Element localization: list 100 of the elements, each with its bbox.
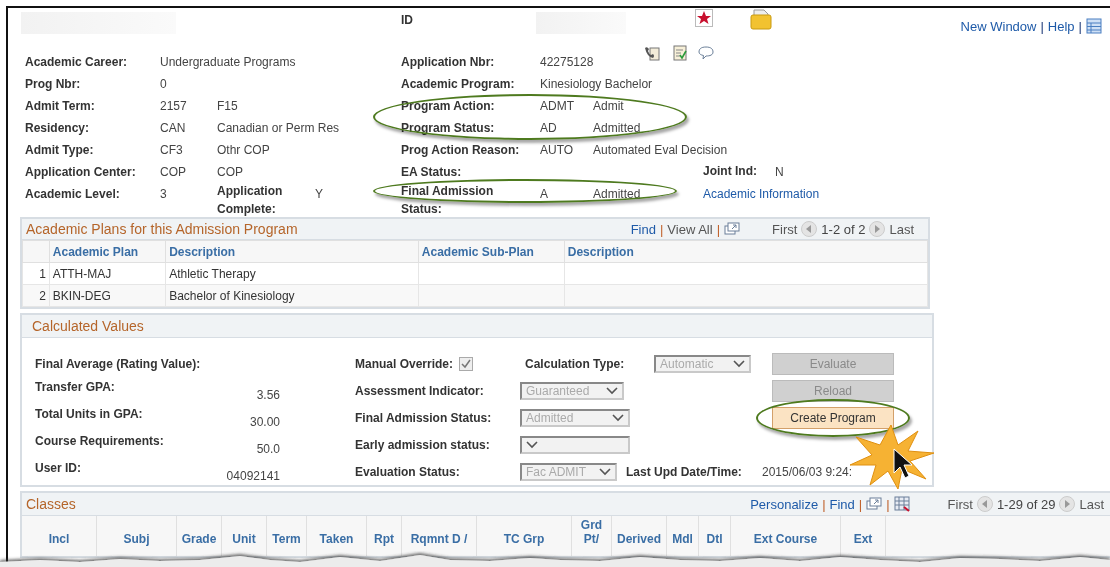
row-range: 1-29 of 29	[996, 496, 1056, 512]
field-value: Canadian or Perm Res	[217, 121, 341, 135]
field-label: Admit Type:	[25, 143, 95, 157]
field-label: Application Nbr:	[401, 55, 496, 69]
section-title: Classes	[26, 496, 76, 512]
folder-icon[interactable]	[750, 8, 772, 30]
field-label: Final Admission Status:	[401, 183, 495, 218]
field-label: Academic Career:	[25, 55, 129, 69]
field-label: Joint Ind:	[703, 164, 758, 178]
field-value: A	[540, 187, 549, 201]
chevron-icon	[599, 467, 611, 476]
checklist-icon[interactable]	[672, 45, 688, 61]
dropdown[interactable]	[520, 435, 630, 454]
column-header: Description	[165, 240, 419, 263]
field-label: Evaluation Status:	[355, 464, 461, 479]
field-label: Application Complete:	[217, 183, 284, 218]
previous-icon[interactable]	[801, 221, 818, 237]
field-value: 0	[160, 77, 168, 91]
previous-icon[interactable]	[976, 496, 993, 512]
field-value: 42275128	[540, 55, 595, 69]
field-label: Manual Override:	[355, 356, 454, 371]
field-label: Academic Program:	[401, 77, 516, 91]
next-icon[interactable]	[1059, 496, 1076, 512]
field-label: Residency:	[25, 121, 91, 135]
table-cell: ATTH-MAJ	[49, 262, 166, 285]
field-value: F15	[217, 99, 239, 113]
field-label: Total Units in GPA:	[35, 406, 144, 423]
column-header: Description	[564, 240, 928, 263]
view-all-link[interactable]: View All	[667, 221, 713, 237]
last-label: Last	[1079, 496, 1104, 512]
field-value: COP	[217, 165, 244, 179]
separator: |	[1078, 18, 1082, 34]
field-value: N	[775, 165, 785, 179]
field-value: CF3	[160, 143, 184, 157]
field-value: 2015/06/03 9:24:	[762, 464, 853, 479]
separator: |	[858, 496, 863, 512]
table-cell: Athletic Therapy	[165, 262, 419, 285]
personalize-link[interactable]: Personalize	[750, 496, 819, 512]
field-label: Program Status:	[401, 121, 496, 135]
field-value: COP	[160, 165, 187, 179]
section-title: Academic Plans for this Admission Program	[26, 221, 298, 237]
field-label: Program Action:	[401, 99, 496, 113]
field-value: Undergraduate Programs	[160, 55, 297, 69]
field-label: Final Average (Rating Value):	[35, 356, 202, 371]
field-value: Automated Eval Decision	[593, 143, 729, 157]
checkbox[interactable]	[459, 356, 474, 371]
next-icon[interactable]	[869, 221, 886, 237]
pop-out-icon[interactable]	[866, 496, 883, 512]
spreadsheet-icon[interactable]	[893, 496, 910, 512]
field-label: Calculation Type:	[525, 356, 626, 371]
separator: |	[822, 496, 826, 512]
field-label: Prog Action Reason:	[401, 143, 521, 157]
field-label: Last Upd Date/Time:	[626, 464, 743, 479]
field-label: EA Status:	[401, 165, 463, 179]
phone-note-icon[interactable]	[644, 45, 662, 61]
field-value: 3	[160, 187, 168, 201]
find-link[interactable]: Find	[829, 496, 855, 512]
star-icon[interactable]	[695, 9, 713, 27]
field-value: Admitted	[593, 187, 642, 201]
column-header: Academic Sub-Plan	[418, 240, 565, 263]
academic-information-link[interactable]: Academic Information	[703, 187, 1110, 201]
separator: |	[886, 496, 890, 512]
pop-out-icon[interactable]	[724, 221, 741, 237]
field-label: Prog Nbr:	[25, 77, 82, 91]
field-value: Y	[315, 187, 323, 203]
chevron-icon	[526, 440, 538, 449]
row-number: 2	[22, 284, 50, 307]
chevron-icon	[733, 359, 746, 368]
column-header: Academic Plan	[49, 240, 166, 263]
field-label: Application Center:	[25, 165, 137, 179]
field-label: Assessment Indicator:	[355, 383, 485, 398]
field-label: Admit Term:	[25, 99, 96, 113]
field-value: Kinesiology Bachelor	[540, 77, 654, 91]
field-value: AUTO	[540, 143, 575, 157]
new-window-link[interactable]: New Window	[960, 18, 1037, 34]
field-value: ADMT	[540, 99, 575, 113]
separator: |	[1040, 18, 1044, 34]
field-label: Final Admission Status:	[355, 410, 493, 425]
field-label: Academic Level:	[25, 187, 121, 201]
help-link[interactable]: Help	[1047, 18, 1075, 34]
field-label: Early admission status:	[355, 437, 491, 452]
first-label: First	[947, 496, 973, 512]
last-label: Last	[889, 221, 914, 237]
field-value: 50.0	[255, 441, 280, 456]
field-value: Admitted	[593, 121, 642, 135]
chevron-icon	[606, 386, 618, 395]
chevron-icon	[612, 413, 624, 422]
field-value: Admit	[593, 99, 625, 113]
field-value: 30.00	[248, 414, 280, 429]
field-value: Othr COP	[217, 143, 271, 157]
field-label: User ID:	[35, 460, 82, 477]
table-cell: Bachelor of Kinesiology	[165, 284, 419, 307]
separator: |	[659, 221, 664, 237]
field-value: 3.56	[255, 387, 280, 402]
table-icon[interactable]	[1086, 18, 1102, 34]
first-label: First	[772, 221, 798, 237]
find-link[interactable]: Find	[630, 221, 656, 237]
chat-bubble-icon[interactable]	[698, 45, 714, 61]
action-button[interactable]: Create Program	[772, 406, 894, 429]
field-value: 2157	[160, 99, 188, 113]
